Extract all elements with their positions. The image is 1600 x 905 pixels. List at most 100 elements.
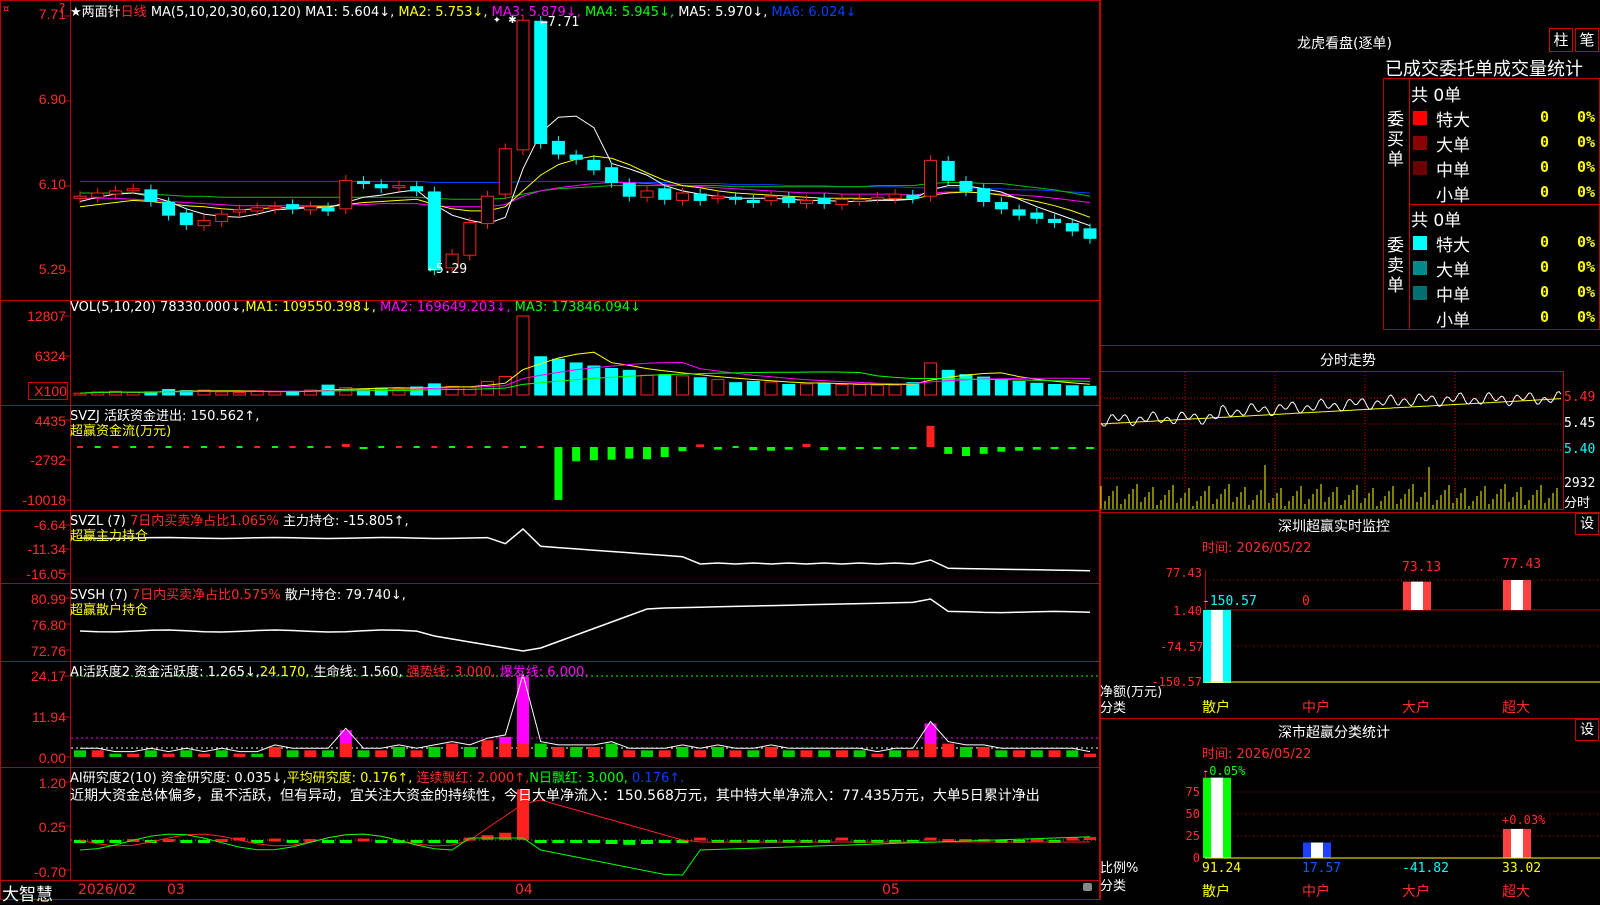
flow-dash (484, 446, 491, 448)
candle (303, 206, 317, 211)
bar-bottom-label: 91.24 (1202, 861, 1242, 876)
candle (693, 193, 707, 201)
volume-bar (1012, 380, 1026, 396)
sz-class-y-label: 50 (1185, 807, 1200, 821)
activity-bar (74, 750, 86, 757)
flow-bar (1015, 447, 1024, 451)
vol-y-label: 12807 (27, 308, 66, 324)
activity-bar (552, 746, 565, 757)
candle (215, 213, 229, 222)
order-count: 0 (1540, 258, 1550, 276)
research-bar (109, 840, 122, 843)
candle (994, 202, 1008, 210)
class-bar-super-highlight (1511, 828, 1523, 858)
candle (764, 195, 778, 201)
sell-total: 共 0单 (1411, 211, 1462, 231)
bar-bottom-label: 17.57 (1302, 861, 1342, 876)
category-label: 散户 (1202, 700, 1230, 716)
activity-bar (286, 750, 299, 757)
ai-research-y-label: 0.25 (38, 819, 66, 835)
flow-dash (94, 446, 101, 448)
svzj-y-label: -10018 (22, 492, 66, 508)
volume-bar (1030, 382, 1044, 396)
x-axis-label: 04 (515, 882, 533, 898)
volume-bar (835, 384, 849, 396)
candle (108, 190, 122, 195)
kline-chart-area[interactable] (0, 0, 1600, 900)
order-type-name: 中单 (1436, 286, 1470, 306)
candle (658, 188, 672, 200)
candle (605, 167, 619, 183)
order-pct: 0% (1577, 258, 1596, 276)
order-type-name: 中单 (1436, 161, 1470, 181)
candle (835, 198, 849, 206)
monitor-bar-big-highlight (1411, 581, 1423, 610)
bar-top-label: -0.05% (1202, 764, 1246, 778)
candle (410, 186, 424, 192)
ai-active-y-label: 11.94 (32, 709, 66, 725)
ma2-line (79, 155, 1091, 218)
activity-bar (729, 750, 742, 757)
activity-bar (481, 740, 494, 757)
flow-bar (572, 447, 581, 462)
stock-name[interactable]: ★两面针 (70, 5, 121, 20)
order-pct: 0% (1577, 108, 1596, 126)
order-count: 0 (1540, 183, 1550, 201)
lhb-bar-button[interactable]: 柱 (1549, 28, 1573, 52)
vol-y-label: 6324 (34, 348, 66, 364)
flow-dash (307, 446, 314, 448)
price-y-label: 6.10 (38, 176, 66, 192)
activity-bar (215, 750, 228, 757)
ma-value-6: MA6: 6.024↓ (767, 5, 857, 20)
vol-unit-label[interactable]: X100 (28, 382, 68, 400)
flow-dash (413, 446, 420, 448)
svzj-y-label: 4435 (34, 413, 66, 429)
order-type-swatch (1413, 136, 1427, 150)
flow-dash (325, 446, 332, 448)
category-label: 大户 (1402, 884, 1430, 900)
activity-bar (605, 743, 618, 757)
order-type-swatch (1413, 161, 1427, 175)
activity-base (924, 743, 937, 757)
candle (73, 195, 87, 199)
activity-bar (765, 746, 778, 757)
activity-bar (711, 746, 724, 757)
sz-monitor-y-label: 77.43 (1165, 566, 1202, 580)
price-y-label: 7.71 (38, 6, 66, 22)
sz-monitor-title: 深圳超赢实时监控 (1278, 519, 1390, 535)
candle (870, 196, 884, 200)
flow-dash (449, 446, 456, 448)
svsh-y-label: 80.99 (30, 591, 66, 607)
flow-dash (502, 446, 509, 448)
sz-class-settings-button[interactable]: 设 (1575, 719, 1599, 741)
activity-bar (623, 750, 636, 757)
period-label[interactable]: 日线 (121, 5, 147, 20)
activity-bar (676, 746, 689, 757)
order-type-swatch (1413, 311, 1427, 325)
activity-bar (428, 746, 441, 757)
sz-monitor-axis-sub: 分类 (1100, 701, 1127, 716)
sz-class-y-label: 75 (1185, 785, 1200, 799)
ai-active-y-label: 0.00 (38, 750, 66, 766)
order-type-swatch (1413, 111, 1427, 125)
lock-icon[interactable] (1083, 883, 1092, 891)
price-panel-header: ★两面针日线 MA(5,10,20,30,60,120) MA1: 5.604↓… (70, 1, 857, 20)
candle (481, 195, 495, 225)
intraday-vol-unit: 分时 (1564, 496, 1591, 511)
lhb-tick-button[interactable]: 笔 (1575, 28, 1599, 52)
research-bar (499, 832, 512, 840)
flow-dash (271, 446, 278, 448)
svsh-sub: 超赢散户持仓 (70, 603, 149, 618)
sz-monitor-settings-button[interactable]: 设 (1575, 513, 1599, 535)
intraday-price-line (1100, 390, 1562, 427)
candle (162, 202, 176, 216)
signal-marks: ✦ ✱ (493, 12, 517, 27)
order-type-name: 大单 (1436, 136, 1470, 156)
flow-dash (218, 446, 225, 448)
volume-bar (622, 369, 636, 396)
volume-bar (658, 374, 672, 396)
brand-logo: 大智慧 (2, 885, 53, 905)
flow-bar (678, 447, 687, 452)
activity-bar (889, 750, 902, 757)
class-bar-mid-highlight (1311, 842, 1323, 858)
